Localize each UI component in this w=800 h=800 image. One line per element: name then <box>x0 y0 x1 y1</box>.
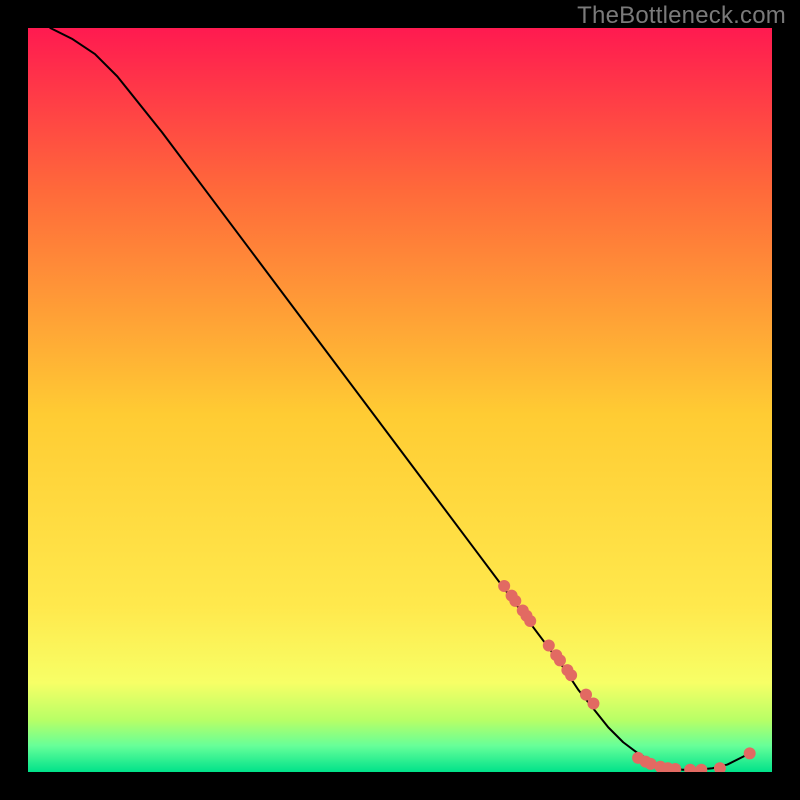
data-point <box>684 764 696 776</box>
data-point <box>714 762 726 774</box>
data-point <box>565 669 577 681</box>
data-point <box>587 698 599 710</box>
gradient-background <box>28 28 772 772</box>
data-point <box>744 747 756 759</box>
watermark-text: TheBottleneck.com <box>577 2 786 30</box>
data-point <box>509 595 521 607</box>
data-point <box>498 580 510 592</box>
data-point <box>543 640 555 652</box>
data-point <box>695 764 707 776</box>
chart-stage: TheBottleneck.com <box>0 0 800 800</box>
data-point <box>554 654 566 666</box>
chart-svg <box>0 0 800 800</box>
data-point <box>524 615 536 627</box>
data-point <box>669 763 681 775</box>
